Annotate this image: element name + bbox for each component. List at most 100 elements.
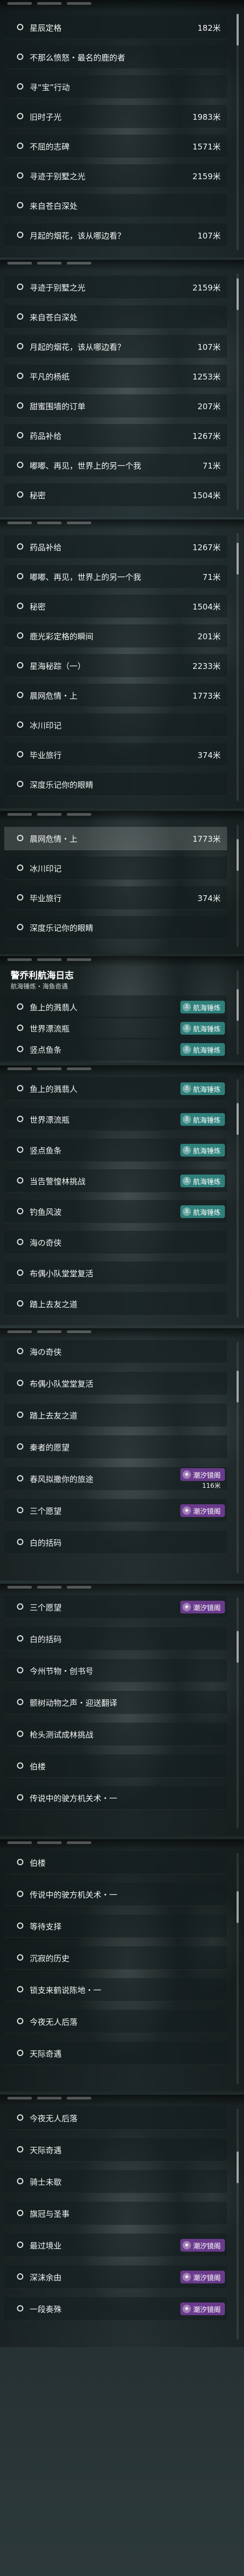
quest-list[interactable]: 海の奇侠布偶小队堂堂复活 踏上去友之道 秦者的愿望春风拟撒你的旅途 ◈ 潮汐镜阁 116米… [0, 1328, 244, 1581]
quest-row[interactable]: 春风拟撒你的旅途 ◈ 潮汐镜阁 116米 [4, 1467, 227, 1490]
quest-row[interactable]: 深度乐记你的眼睛 [4, 916, 227, 939]
quest-row[interactable]: 鱼上的溅翡人 ⚓ 航海锤炼 [4, 995, 227, 1019]
quest-list[interactable]: 鱼上的溅翡人 ⚓ 航海锤炼 世界漂流瓶 ⚓ 航海锤炼 竖点鱼条 ⚓ 航海锤炼 [0, 956, 244, 1062]
quest-row[interactable]: 寻迹于别墅之光 2159米 [4, 276, 227, 299]
list-scrollbar[interactable] [237, 1079, 239, 1318]
list-scrollbar[interactable] [237, 1342, 239, 1573]
quest-row[interactable]: 不屈的志碑 1571米 [4, 135, 227, 158]
quest-row[interactable]: 晨网危情・上 1773米 [4, 827, 227, 850]
quest-row[interactable]: 钓鱼风波 ⚓ 航海锤炼 [4, 1200, 227, 1223]
quest-row[interactable]: 白的括码 [4, 1627, 227, 1651]
quest-row[interactable]: 沉寂的历史 [4, 1946, 227, 1970]
quest-list[interactable]: 晨网危情・上 1773米 冰川印记毕业旅行 374米 深度乐记你的眼睛 [0, 811, 244, 954]
quest-row[interactable]: 竖点鱼条 ⚓ 航海锤炼 [4, 1139, 227, 1162]
list-scrollbar[interactable] [237, 1853, 239, 2084]
quest-row[interactable]: 伯楼 [4, 1754, 227, 1778]
list-scrollbar[interactable] [237, 274, 239, 510]
quest-row[interactable]: 今夜无人后落 [4, 2106, 227, 2130]
quest-row[interactable]: 天际奇遇 [4, 2138, 227, 2162]
quest-row[interactable]: 天际奇遇 [4, 2042, 227, 2065]
scrollbar-thumb[interactable] [237, 1371, 239, 1402]
quest-list[interactable]: 星辰定格 182米 不那么愤怒・最名的鹿的者 寻“宝”行动 旧时子光 1983米 不屈的志碑… [0, 0, 244, 258]
quest-name: 世界漂流瓶 [30, 1115, 70, 1125]
quest-row[interactable]: 毕业旅行 374米 [4, 743, 227, 766]
scrollbar-thumb[interactable] [237, 278, 239, 310]
list-scrollbar[interactable] [237, 2109, 239, 2340]
quest-row[interactable]: 月起的烟花，该从哪边看？ 107米 [4, 335, 227, 358]
quest-row[interactable]: 药品补给 1267米 [4, 535, 227, 559]
scrollbar-thumb[interactable] [237, 989, 239, 1021]
quest-row[interactable]: 嘟嘟、再见，世界上的另一个我 71米 [4, 454, 227, 477]
quest-row[interactable]: 秘密 1504米 [4, 595, 227, 618]
quest-row[interactable]: 星辰定格 182米 [4, 16, 227, 39]
quest-row[interactable]: 星海秘踪（一） 2233米 [4, 654, 227, 677]
screenshot-panel: 警乔利航海日志 航海锤炼・海鱼奇遇 鱼上的溅翡人 ⚓ 航海锤炼 世界漂流瓶 ⚓ 航海锤炼 竖点鱼… [0, 956, 244, 1062]
quest-row[interactable]: 白的括码 [4, 1531, 227, 1554]
quest-row[interactable]: 等待支择 [4, 1915, 227, 1938]
quest-list[interactable]: 寻迹于别墅之光 2159米 来自苍白深处 月起的烟花，该从哪边看？ 107米 平凡的杨纸 1… [0, 260, 244, 517]
scrollbar-thumb[interactable] [237, 2151, 239, 2183]
quest-row[interactable]: 踏上去友之道 [4, 1404, 227, 1427]
quest-row[interactable]: 平凡的杨纸 1253米 [4, 365, 227, 388]
quest-row[interactable]: 布偶小队堂堂复活 [4, 1372, 227, 1395]
quest-row[interactable]: 当告警惶林挑战 ⚓ 航海锤炼 [4, 1169, 227, 1193]
quest-row[interactable]: 踏上去友之道 [4, 1292, 227, 1316]
quest-row[interactable]: 毕业旅行 374米 [4, 886, 227, 910]
list-scrollbar[interactable] [237, 970, 239, 1055]
quest-row[interactable]: 深度乐记你的眼睛 [4, 773, 227, 796]
scrollbar-thumb[interactable] [237, 14, 239, 46]
quest-row[interactable]: 秦者的愿望 [4, 1435, 227, 1459]
quest-row[interactable]: 海の奇侠 [4, 1231, 227, 1254]
scrollbar-thumb[interactable] [237, 1103, 239, 1135]
quest-row[interactable]: 布偶小队堂堂复活 [4, 1261, 227, 1285]
quest-row[interactable]: 鱼上的溅翡人 ⚓ 航海锤炼 [4, 1077, 227, 1100]
quest-row[interactable]: 一段奏殊 ◈ 潮汐镜阁 [4, 2297, 227, 2321]
quest-list[interactable]: 三个愿望 ◈ 潮汐镜阁 白的括码今州节物・创书号 颤树动物之声・迎送翻译 枪头测试成林挑战… [0, 1584, 244, 1836]
list-scrollbar[interactable] [237, 14, 239, 250]
quest-row[interactable]: 冰川印记 [4, 857, 227, 880]
quest-list[interactable]: 伯楼传说中的驶方机关术・一 等待支择沉寂的历史锁支来鹤说陈地・一 今夜无人后落 天际奇… [0, 1839, 244, 2092]
quest-row[interactable]: 伯楼 [4, 1851, 227, 1874]
quest-row[interactable]: 世界漂流瓶 ⚓ 航海锤炼 [4, 1108, 227, 1131]
quest-row[interactable]: 晨网危情・上 1773米 [4, 684, 227, 707]
quest-row[interactable]: 海の奇侠 [4, 1340, 227, 1363]
quest-row[interactable]: 骑士未歇 [4, 2170, 227, 2193]
quest-row[interactable]: 竖点鱼条 ⚓ 航海锤炼 [4, 1038, 227, 1061]
quest-row[interactable]: 旧时子光 1983米 [4, 105, 227, 128]
scrollbar-thumb[interactable] [237, 1891, 239, 1923]
quest-row[interactable]: 鹿光彩定格的瞬间 201米 [4, 624, 227, 648]
quest-row[interactable]: 深沫余由 ◈ 潮汐镜阁 [4, 2265, 227, 2289]
quest-row[interactable]: 冰川印记 [4, 713, 227, 737]
quest-row[interactable]: 嘟嘟、再见，世界上的另一个我 71米 [4, 565, 227, 588]
quest-row[interactable]: 锁支来鹤说陈地・一 [4, 1978, 227, 2001]
quest-row[interactable]: 今州节物・创书号 [4, 1659, 227, 1682]
quest-row[interactable]: 最过境业 ◈ 潮汐镜阁 [4, 2234, 227, 2257]
quest-row[interactable]: 传说中的驶方机关术・一 [4, 1883, 227, 1906]
quest-row[interactable]: 月起的烟花，该从哪边看？ 107米 [4, 224, 227, 247]
quest-row[interactable]: 来自苍白深处 [4, 194, 227, 217]
quest-row[interactable]: 药品补给 1267米 [4, 424, 227, 447]
quest-row[interactable]: 今夜无人后落 [4, 2010, 227, 2033]
list-scrollbar[interactable] [237, 533, 239, 801]
quest-row[interactable]: 三个愿望 ◈ 潮汐镜阁 [4, 1595, 227, 1619]
quest-row[interactable]: 三个愿望 ◈ 潮汐镜阁 [4, 1499, 227, 1522]
quest-row[interactable]: 旗冠与圣事 [4, 2202, 227, 2225]
quest-row[interactable]: 颤树动物之声・迎送翻译 [4, 1691, 227, 1714]
quest-row[interactable]: 寻迹于别墅之光 2159米 [4, 164, 227, 188]
quest-list[interactable]: 鱼上的溅翡人 ⚓ 航海锤炼 世界漂流瓶 ⚓ 航海锤炼 竖点鱼条 ⚓ 航海锤炼 当告警惶林挑战 ⚓ 航海… [0, 1065, 244, 1325]
list-scrollbar[interactable] [237, 825, 239, 947]
scrollbar-thumb[interactable] [237, 1631, 239, 1663]
quest-list[interactable]: 药品补给 1267米 嘟嘟、再见，世界上的另一个我 71米 秘密 1504米 鹿光彩定格的瞬… [0, 519, 244, 808]
list-scrollbar[interactable] [237, 1598, 239, 1829]
scrollbar-thumb[interactable] [237, 543, 239, 575]
quest-row[interactable]: 来自苍白深处 [4, 305, 227, 329]
quest-row[interactable]: 传说中的驶方机关术・一 [4, 1786, 227, 1810]
quest-list[interactable]: 今夜无人后落 天际奇遇骑士未歇旗冠与圣事最过境业 ◈ 潮汐镜阁 深沫余由 ◈ 潮汐镜阁 一段奏… [0, 2095, 244, 2347]
quest-row[interactable]: 世界漂流瓶 ⚓ 航海锤炼 [4, 1017, 227, 1040]
quest-row[interactable]: 枪头测试成林挑战 [4, 1723, 227, 1746]
quest-row[interactable]: 甜蜜围墙的订单 207米 [4, 394, 227, 418]
quest-row[interactable]: 不那么愤怒・最名的鹿的者 [4, 46, 227, 69]
quest-row[interactable]: 寻“宝”行动 [4, 75, 227, 99]
scrollbar-thumb[interactable] [237, 839, 239, 871]
quest-row[interactable]: 秘密 1504米 [4, 483, 227, 507]
